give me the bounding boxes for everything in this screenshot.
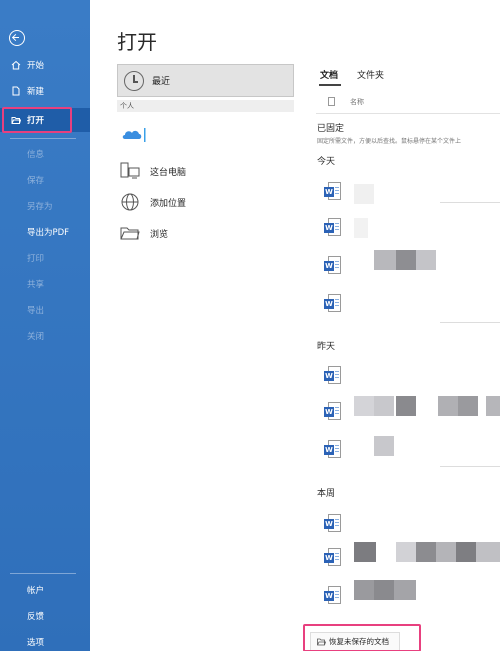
active-tab-indicator [319,84,341,86]
word-document-icon: W [324,514,342,534]
file-row[interactable]: W [316,248,500,282]
sidebar-item-new[interactable]: 新建 [0,80,90,102]
location-label: 这台电脑 [150,167,187,178]
sidebar-item-label: 保存 [27,176,45,186]
file-row[interactable]: W [316,506,500,540]
word-document-icon: W [324,586,342,606]
row-divider [440,202,500,203]
tab-folders[interactable]: 文件夹 [357,68,384,81]
sidebar-item-home[interactable]: 开始 [0,54,90,76]
sidebar-item-label: 导出 [27,306,45,316]
sidebar-item-label: 另存为 [27,202,53,212]
row-divider [440,322,500,323]
file-row[interactable]: W [316,540,500,574]
location-browse[interactable]: 浏览 [120,222,295,244]
group-title-yesterday: 昨天 [317,342,336,352]
selection-highlight [2,107,72,133]
sidebar-item-save-as[interactable]: 另存为 [0,195,90,217]
sidebar-item-feedback[interactable]: 反馈 [0,605,90,627]
sidebar-item-label: 关闭 [27,332,45,342]
sidebar-item-label: 信息 [27,150,45,160]
folder-icon [120,227,140,240]
sidebar-item-print[interactable]: 打印 [0,247,90,269]
location-add-place[interactable]: 添加位置 [120,191,295,213]
location-label: 添加位置 [150,198,187,209]
location-label: 浏览 [150,229,169,240]
sidebar-item-info[interactable]: 信息 [0,143,90,165]
onedrive-cloud-icon[interactable] [121,126,147,142]
sidebar-item-export-pdf[interactable]: 导出为PDF [0,221,90,243]
file-row[interactable]: W [316,210,500,244]
sidebar-item-save[interactable]: 保存 [0,169,90,191]
globe-icon [121,193,139,211]
word-document-icon: W [324,294,342,314]
header-divider [316,113,500,114]
file-row[interactable]: W [316,394,500,428]
sidebar-item-label: 选项 [27,638,45,648]
sidebar-item-label: 帐户 [27,586,45,596]
sidebar-item-label: 打印 [27,254,45,264]
column-name-label: 名称 [350,98,364,106]
group-title-pinned: 已固定 [317,124,345,134]
location-recent[interactable]: 最近 [117,64,294,97]
location-label: 最近 [152,77,171,87]
file-row[interactable]: W [316,174,500,208]
sidebar-divider [10,138,76,139]
word-document-icon: W [324,256,342,276]
sidebar-item-label: 导出为PDF [27,228,70,238]
sidebar-item-export[interactable]: 导出 [0,299,90,321]
home-icon [11,60,21,70]
backstage-sidebar: 开始 新建 打开 信息 保存 另存为 导出为PDF 打印 共享 导出 关闭 帐户… [0,0,90,651]
location-this-pc[interactable]: 这台电脑 [120,160,295,182]
sidebar-item-close[interactable]: 关闭 [0,325,90,347]
computer-icon [120,162,140,179]
row-divider [440,466,500,467]
word-document-icon: W [324,218,342,238]
sidebar-item-label: 开始 [27,61,45,71]
recover-highlight [303,624,421,651]
sidebar-item-account[interactable]: 帐户 [0,579,90,601]
back-arrow-icon[interactable] [9,30,25,46]
new-document-icon [12,86,20,96]
file-row[interactable]: W [316,578,500,612]
sidebar-item-share[interactable]: 共享 [0,273,90,295]
word-document-icon: W [324,182,342,202]
sidebar-divider [10,573,76,574]
clock-icon [124,71,144,91]
tab-documents[interactable]: 文档 [320,68,338,81]
file-type-icon [328,97,335,106]
group-title-today: 今天 [317,157,336,167]
sidebar-item-options[interactable]: 选项 [0,631,90,651]
file-row[interactable]: W [316,286,500,323]
pinned-description: 固定所需文件，方便以后查找。鼠标悬停在某个文件上 [317,138,462,145]
sidebar-item-label: 反馈 [27,612,45,622]
word-document-icon: W [324,548,342,568]
word-document-icon: W [324,440,342,460]
word-document-icon: W [324,366,342,386]
sidebar-item-label: 共享 [27,280,45,290]
file-row[interactable]: W [316,432,500,467]
group-title-this-week: 本周 [317,489,336,499]
file-row[interactable]: W [316,358,500,392]
word-document-icon: W [324,402,342,422]
section-personal: 个人 [117,100,294,112]
page-title: 打开 [117,30,157,54]
sidebar-item-label: 新建 [27,87,45,97]
